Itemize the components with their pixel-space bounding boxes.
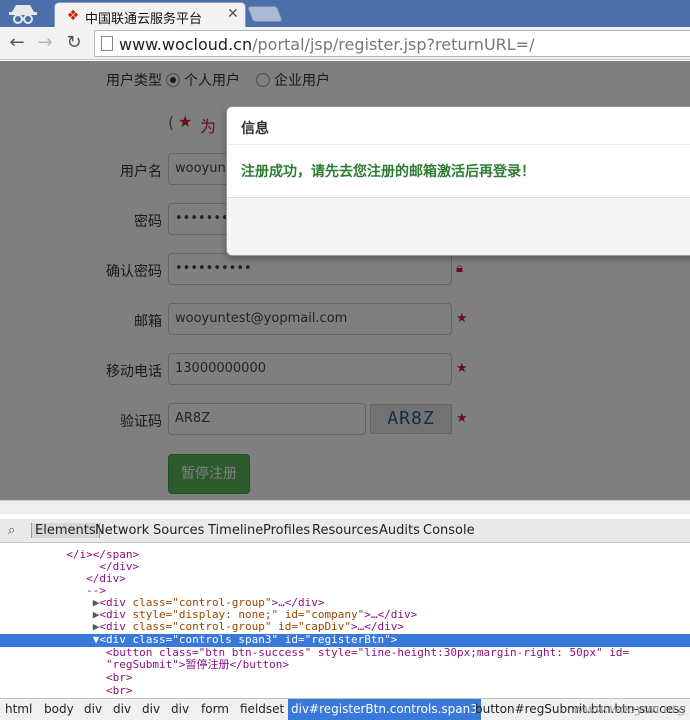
horizontal-scrollbar[interactable]: [0, 500, 690, 514]
tab-sources[interactable]: Sources: [153, 523, 204, 538]
crumb-registerbtn[interactable]: div#registerBtn.controls.span3: [288, 699, 481, 720]
browser-tab[interactable]: ❖ 中国联通云服务平台 ✕: [54, 2, 246, 28]
tab-audits[interactable]: Audits: [379, 523, 420, 538]
elements-panel: </i></span> </div> </div> --> ▶<div clas…: [0, 544, 690, 698]
incognito-icon: [9, 5, 37, 24]
back-arrow-icon[interactable]: ←: [6, 31, 28, 55]
dialog-title: 信息: [227, 107, 690, 145]
tab-timeline[interactable]: Timeline: [208, 523, 263, 538]
dialog-footer: [227, 197, 690, 255]
tab-resources[interactable]: Resources: [312, 523, 378, 538]
watermark: www.wooyun.org: [572, 702, 686, 717]
crumb-div[interactable]: div: [139, 702, 163, 716]
crumb-fieldset[interactable]: fieldset: [237, 702, 287, 716]
tab-console[interactable]: Console: [423, 523, 475, 538]
page-icon: [101, 36, 113, 51]
url-path: /portal/jsp/register.jsp?returnURL=/: [252, 35, 535, 54]
url-text[interactable]: www.wocloud.cn/portal/jsp/register.jsp?r…: [119, 35, 534, 54]
crumb-body[interactable]: body: [41, 702, 77, 716]
tab-title: 中国联通云服务平台: [85, 12, 203, 27]
page-content: 用户类型 个人用户 企业用户 ( ★ 为 用户名 wooyunt 密码 ••••…: [0, 61, 690, 500]
tab-elements[interactable]: Elements: [31, 523, 100, 538]
address-bar[interactable]: www.wocloud.cn/portal/jsp/register.jsp?r…: [94, 30, 690, 57]
tab-network[interactable]: Network: [95, 523, 149, 538]
unicom-logo-icon: ❖: [66, 8, 80, 24]
devtools-tabbar: ⌕ Elements Network Sources Timeline Prof…: [0, 519, 690, 543]
reload-icon[interactable]: ↻: [63, 31, 85, 55]
tab-profiles[interactable]: Profiles: [263, 523, 310, 538]
url-domain: www.wocloud.cn: [119, 35, 253, 54]
close-tab-icon[interactable]: ✕: [227, 6, 239, 22]
browser-toolbar: ← → ↻ www.wocloud.cn/portal/jsp/register…: [0, 27, 690, 60]
dialog-message: 注册成功，请先去您注册的邮箱激活后再登录！: [241, 164, 535, 180]
crumb-form[interactable]: form: [198, 702, 232, 716]
forward-arrow-icon[interactable]: →: [34, 31, 56, 55]
info-dialog: 信息 注册成功，请先去您注册的邮箱激活后再登录！: [226, 106, 690, 256]
search-icon[interactable]: ⌕: [8, 523, 15, 538]
new-tab-button[interactable]: [247, 6, 283, 22]
crumb-div[interactable]: div: [168, 702, 192, 716]
browser-titlebar: ❖ 中国联通云服务平台 ✕: [0, 0, 690, 28]
dom-node[interactable]: <br>: [0, 684, 690, 698]
crumb-html[interactable]: html: [2, 702, 35, 716]
crumb-div[interactable]: div: [110, 702, 134, 716]
crumb-div[interactable]: div: [81, 702, 105, 716]
